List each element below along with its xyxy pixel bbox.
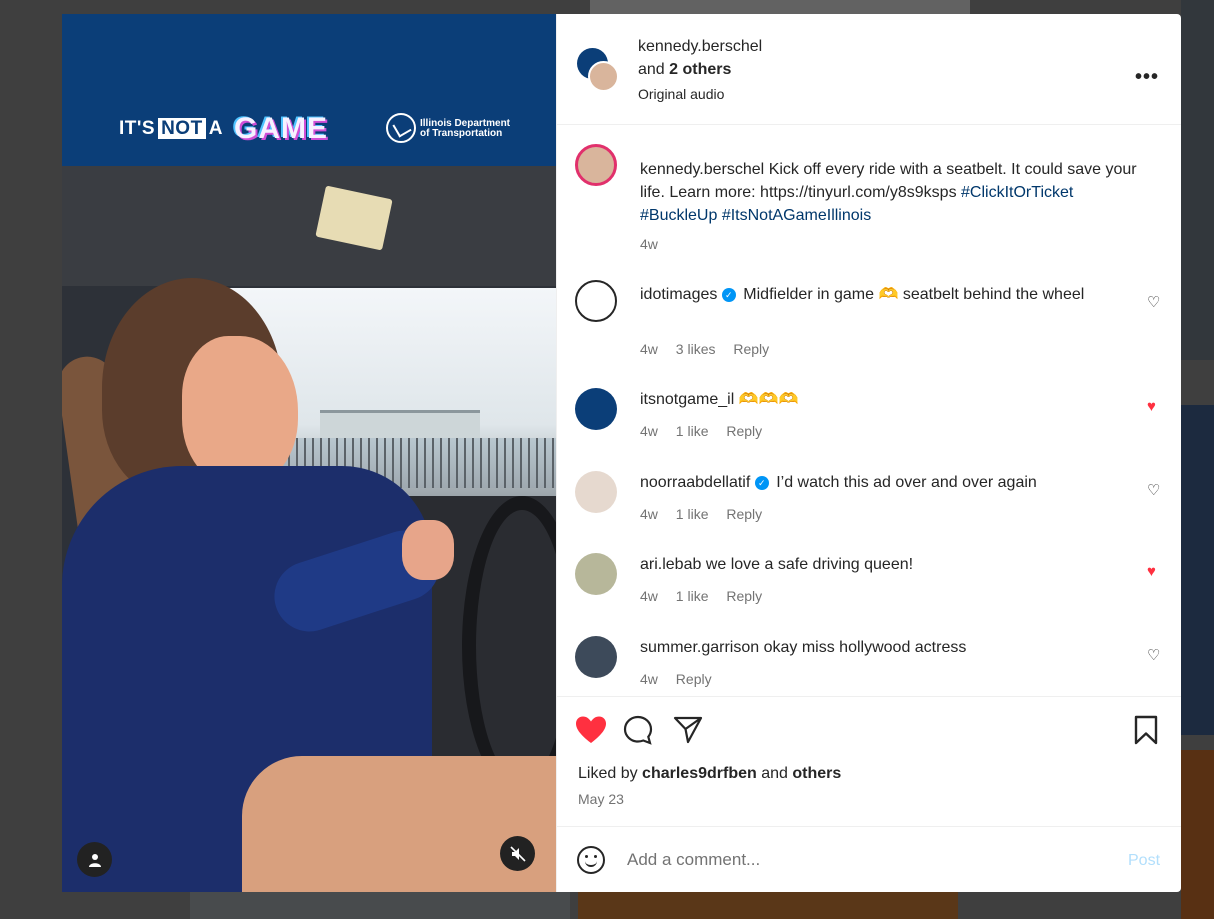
avatar[interactable]: [588, 61, 619, 92]
liked-by-user[interactable]: charles9drfben: [642, 765, 757, 782]
comments-list[interactable]: kennedy.berschel Kick off every ride wit…: [557, 126, 1181, 696]
comment-time: 4w: [640, 671, 658, 687]
comment-text: Midfielder in game 🫶 seatbelt behind the…: [743, 286, 1085, 303]
post-modal: IT'S NOT A GAME Illinois Department of Tra…: [62, 14, 1181, 892]
share-button[interactable]: [673, 715, 703, 751]
comment-like-button[interactable]: ♥: [1147, 563, 1156, 580]
idot-label: Illinois Department of Transportation: [420, 118, 511, 139]
caption-time: 4w: [640, 236, 658, 252]
comment-username[interactable]: idotimages: [640, 286, 717, 303]
comment-input[interactable]: [627, 845, 1107, 875]
avatar[interactable]: [575, 553, 617, 595]
comment-text: okay miss hollywood actress: [763, 639, 967, 656]
post-date[interactable]: May 23: [578, 791, 624, 807]
heart-filled-icon: [576, 716, 606, 743]
reply-button[interactable]: Reply: [726, 423, 762, 439]
comment-time: 4w: [640, 588, 658, 604]
more-icon: •••: [1135, 66, 1160, 88]
comment-like-button[interactable]: ♥: [1147, 398, 1156, 415]
avatar[interactable]: [575, 471, 617, 513]
tagged-users-button[interactable]: [77, 842, 112, 877]
person-leg: [242, 756, 556, 892]
avatar[interactable]: [575, 280, 617, 322]
comment-text: I’d watch this ad over and over again: [776, 474, 1037, 491]
comment-text: we love a safe driving queen!: [705, 556, 914, 573]
brand-game-logo: GAME: [234, 112, 328, 145]
post-video[interactable]: IT'S NOT A GAME Illinois Department of Tra…: [62, 14, 556, 892]
save-button[interactable]: [1133, 715, 1159, 751]
comment-username[interactable]: summer.garrison: [640, 639, 759, 656]
avatar[interactable]: [575, 144, 617, 186]
comment-time: 4w: [640, 423, 658, 439]
heart-outline-icon: ♡: [1147, 294, 1161, 311]
post-comment-button[interactable]: Post: [1128, 852, 1160, 870]
avatar[interactable]: [575, 388, 617, 430]
car-headliner: [62, 166, 556, 286]
heart-filled-icon: ♥: [1147, 398, 1156, 415]
comment-username[interactable]: itsnotgame_il: [640, 391, 734, 408]
comment-like-button[interactable]: ♡: [1147, 481, 1160, 499]
audio-link[interactable]: Original audio: [638, 86, 724, 102]
comment-text: 🫶🫶🫶: [738, 391, 799, 408]
comment-like-button[interactable]: ♡: [1147, 293, 1160, 311]
liked-by-others[interactable]: others: [792, 765, 841, 782]
comment-likes[interactable]: 1 like: [676, 588, 709, 604]
comment-likes[interactable]: 1 like: [676, 423, 709, 439]
reply-button[interactable]: Reply: [733, 341, 769, 357]
liked-by-summary: Liked by charles9drfben and others: [578, 765, 842, 782]
emoji-icon[interactable]: [577, 846, 605, 874]
author-username[interactable]: kennedy.berschel: [638, 38, 762, 56]
heart-outline-icon: ♡: [1147, 647, 1161, 664]
idot-logo-icon: [386, 113, 416, 143]
caption-username[interactable]: kennedy.berschel: [640, 161, 764, 178]
speaker-muted-icon: [509, 845, 526, 862]
comment-username[interactable]: ari.lebab: [640, 556, 701, 573]
comment-likes[interactable]: 1 like: [676, 506, 709, 522]
heart-outline-icon: ♡: [1147, 482, 1161, 499]
comment-button[interactable]: [623, 715, 653, 751]
person-face: [182, 336, 298, 486]
comment-time: 4w: [640, 341, 658, 357]
verified-badge-icon: ✓: [721, 288, 736, 302]
like-button[interactable]: [575, 715, 607, 751]
mute-button[interactable]: [500, 836, 535, 871]
brand-wordmark: IT'S NOT A: [119, 118, 223, 139]
campaign-banner: IT'S NOT A GAME Illinois Department of Tra…: [62, 14, 556, 166]
comment-likes[interactable]: 3 likes: [676, 341, 716, 357]
reply-button[interactable]: Reply: [726, 506, 762, 522]
collaborators-label[interactable]: and 2 others: [638, 61, 731, 79]
reply-button[interactable]: Reply: [726, 588, 762, 604]
heart-filled-icon: ♥: [1147, 563, 1156, 580]
video-frame: [62, 166, 556, 892]
reply-button[interactable]: Reply: [676, 671, 712, 687]
person-hand: [402, 520, 454, 580]
comment-username[interactable]: noorraabdellatif: [640, 474, 750, 491]
avatar[interactable]: [575, 636, 617, 678]
user-icon: [88, 853, 101, 867]
post-header: kennedy.berschel and 2 others Original a…: [557, 14, 1181, 125]
post-actions: Liked by charles9drfben and others May 2…: [557, 696, 1181, 826]
comment-time: 4w: [640, 506, 658, 522]
building: [320, 410, 480, 440]
verified-badge-icon: ✓: [754, 476, 769, 490]
add-comment-bar: Post: [557, 826, 1181, 892]
paper-plane-icon: [673, 716, 703, 744]
comment-like-button[interactable]: ♡: [1147, 646, 1160, 664]
more-options-button[interactable]: •••: [1135, 66, 1159, 89]
bookmark-icon: [1134, 715, 1158, 745]
comment-bubble-icon: [623, 715, 653, 745]
post-details: kennedy.berschel and 2 others Original a…: [556, 14, 1181, 892]
